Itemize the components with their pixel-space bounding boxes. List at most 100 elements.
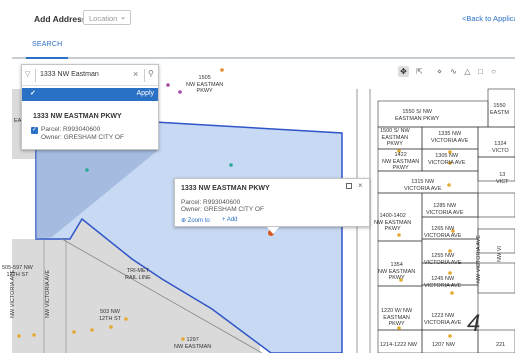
apply-bar: ✓ Apply (22, 88, 158, 101)
map-label-1335: 1335 NW VICTORIA AVE (431, 131, 468, 144)
map-label-line: 1220 W/ NW (381, 308, 413, 314)
map-popup: 1333 NW EASTMAN PKWY × Parcel: R99304060… (174, 178, 370, 234)
checkmark-icon[interactable]: ✓ (30, 89, 36, 97)
map-label-1220: 1220 W/ NW EASTMAN PKWY (381, 308, 412, 328)
location-dot (124, 317, 128, 321)
map-label-line: 1324 (494, 141, 507, 147)
map-label-line: PKWY (386, 141, 403, 147)
zoom-label: Zoom to (187, 218, 210, 224)
add-button[interactable]: + Add (222, 217, 238, 223)
tab-search[interactable]: SEARCH (32, 41, 62, 48)
map-label-1265: 1265 NW VICTORIA AVE (424, 226, 461, 239)
map-label-line: VICTORIA AVE (424, 319, 462, 326)
map-label-line: VICTORIA AVE (431, 137, 469, 144)
map-label-1324: 1324 VICTO (492, 141, 509, 154)
result-name: 1333 NW EASTMAN PKWY (33, 113, 122, 120)
polygon-icon[interactable]: △ (462, 66, 473, 77)
location-dot (229, 163, 233, 167)
map-label-line: 12TH ST (6, 271, 29, 278)
map-label-1285: 1285 NW VICTORIA AVE (426, 203, 463, 216)
location-select[interactable]: Location ⌄ (83, 10, 131, 25)
map-label-line: VICTORIA AVE (424, 259, 462, 266)
map-label-1400: 1400-1402 NW EASTMAN PKWY (374, 213, 411, 233)
map-label-line: PKWY (384, 226, 401, 232)
map-label-victoria-street-right: NW VICTORIA AVE (476, 234, 482, 283)
popup-title: 1333 NW EASTMAN PKWY (181, 185, 270, 192)
maximize-icon[interactable] (346, 183, 352, 189)
polyline-icon[interactable]: ∿ (448, 66, 459, 77)
map-label-line: VICTORIA AVE (404, 185, 442, 192)
map-label-13x: 13 VICT (496, 172, 509, 185)
page-number: 4 (467, 310, 481, 337)
map-label-line: NW EASTMAN (174, 343, 212, 350)
map-label-line: VICTORIA AVE (428, 159, 466, 166)
map-label-1223: 1223 NW VICTORIA AVE (424, 313, 461, 326)
pan-icon[interactable]: ✥ (398, 66, 409, 77)
filter-icon[interactable]: ▽ (25, 70, 30, 78)
map-label-1245: 1245 NW VICTORIA AVE (424, 276, 461, 289)
rectangle-icon[interactable]: □ (475, 66, 486, 77)
location-dot (397, 233, 401, 237)
circle-icon[interactable]: ○ (488, 66, 499, 77)
map-label-line: EASTM (490, 109, 509, 116)
map-label-1305: 1305 NW VICTORIA AVE (428, 153, 465, 166)
zoom-icon: ⊕ (181, 218, 188, 224)
result-parcel: Parcel: R993040600 (41, 126, 101, 133)
map-label-victoria-fragment: NW VI (497, 246, 503, 262)
map-label-line: 1400-1402 (379, 213, 406, 219)
map-label-1255: 1255 NW VICTORIA AVE (424, 253, 461, 266)
location-dot (90, 328, 94, 332)
map-label-line: VICTORIA AVE (424, 232, 462, 239)
location-dot (17, 334, 21, 338)
location-dot (448, 271, 452, 275)
location-dot (447, 183, 451, 187)
map-label-221: 221 (496, 342, 506, 348)
result-checkbox[interactable]: ✓ (31, 127, 38, 134)
measure-icon[interactable]: ⋄ (434, 66, 445, 77)
location-dot (32, 333, 36, 337)
map-toolbar: ✥ ⇱ ⋄ ∿ △ □ ○ (398, 66, 515, 80)
map-label-1354: 1354 NW EASTMAN PKWY (378, 262, 415, 282)
map-label-1207: 1207 NW (432, 342, 455, 348)
popup-parcel: Parcel: R993040600 (181, 199, 241, 206)
map-label-line: 1500 S/ NW (380, 128, 410, 134)
map-label-line: 12TH ST (99, 315, 122, 322)
map-label-line: EASTMAN PKWY (395, 115, 440, 122)
map-label-1550b: 1550 EASTM (490, 103, 509, 116)
map-label-1550: 1550 S/ NW EASTMAN PKWY (395, 109, 439, 122)
search-panel: ▽ 1333 NW Eastman × ⚲ ✓ Apply 1333 NW EA… (21, 64, 159, 150)
map-label-line: VICTO (492, 147, 509, 154)
location-dot (166, 83, 170, 87)
close-icon[interactable]: × (358, 181, 363, 190)
map-label-victoria-street: NW VICTORIA AVE (10, 269, 16, 318)
map-label-line: TRI-MET (126, 268, 150, 274)
map-label-1500: 1500 S/ NW EASTMAN PKWY (380, 128, 410, 148)
select-icon[interactable]: ⇱ (414, 66, 425, 77)
divider (35, 69, 36, 82)
location-dot (85, 168, 89, 172)
map-label-line: VICTORIA AVE (424, 282, 462, 289)
back-to-application-link[interactable]: <Back to Applica (462, 14, 515, 23)
header-bar: Add Address As Location ⌄ <Back to Appli… (0, 0, 515, 37)
chevron-down-icon: ⌄ (120, 14, 126, 21)
search-result-item[interactable]: 1333 NW EASTMAN PKWY ✓ Parcel: R99304060… (22, 103, 158, 149)
map-label-line: 505-597 NW (2, 265, 33, 271)
map-label-1505: 1505 NW EASTMAN PKWY (186, 75, 223, 95)
map-label-1297: 1297 NW EASTMAN (174, 337, 211, 350)
map-label-line: PKWY (392, 165, 409, 171)
map-label-trimet: TRI-MET RAIL LINE (125, 268, 151, 281)
map-label-line: PKWY (196, 88, 213, 94)
location-select-value: Location (89, 14, 118, 23)
divider (144, 69, 145, 82)
clear-icon[interactable]: × (133, 69, 138, 79)
zoom-to-button[interactable]: ⊕ Zoom to (181, 217, 210, 224)
map-label-rail-street: NW VICTORIA AVE (45, 269, 51, 318)
map-label-503: 503 NW 12TH ST (99, 309, 121, 322)
result-owner: Owner: GRESHAM CITY OF (41, 134, 124, 141)
search-icon[interactable]: ⚲ (148, 69, 154, 78)
map-label-line: PKWY (388, 275, 405, 281)
location-dot (448, 334, 452, 338)
apply-button[interactable]: Apply (136, 90, 154, 97)
search-input[interactable]: 1333 NW Eastman (40, 71, 99, 78)
map-label-505: 505-597 NW 12TH ST (2, 265, 33, 278)
